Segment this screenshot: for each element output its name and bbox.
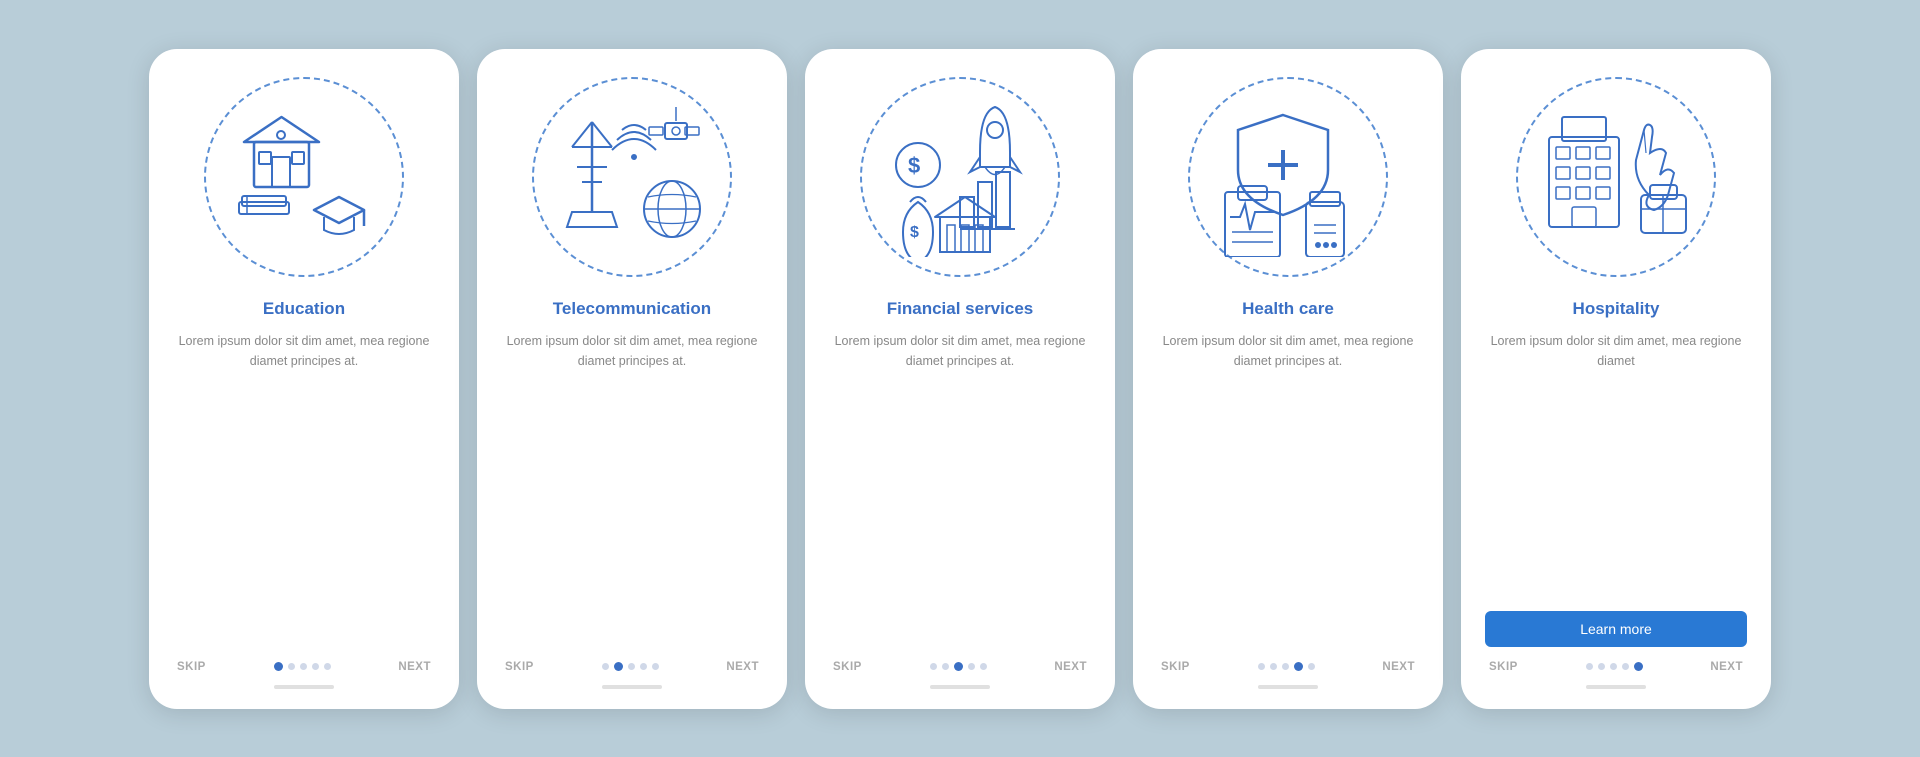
financial-desc: Lorem ipsum dolor sit dim amet, mea regi… xyxy=(829,331,1091,643)
dot-4 xyxy=(1308,663,1315,670)
svg-text:$: $ xyxy=(910,224,919,241)
education-card: Education Lorem ipsum dolor sit dim amet… xyxy=(149,49,459,709)
dot-3 xyxy=(312,663,319,670)
telecom-skip[interactable]: SKIP xyxy=(505,661,534,673)
hospitality-bottom-line xyxy=(1586,685,1646,689)
dot-2 xyxy=(300,663,307,670)
telecom-desc: Lorem ipsum dolor sit dim amet, mea regi… xyxy=(501,331,763,643)
learn-more-button[interactable]: Learn more xyxy=(1485,611,1747,647)
education-title: Education xyxy=(263,299,345,319)
financial-dots xyxy=(930,662,987,671)
healthcare-footer: SKIP NEXT xyxy=(1157,661,1419,673)
hospitality-next[interactable]: NEXT xyxy=(1710,661,1743,673)
telecom-title: Telecommunication xyxy=(553,299,711,319)
dot-4 xyxy=(980,663,987,670)
financial-footer: SKIP NEXT xyxy=(829,661,1091,673)
dot-1 xyxy=(614,662,623,671)
financial-title: Financial services xyxy=(887,299,1033,319)
telecom-bottom-line xyxy=(602,685,662,689)
hospitality-skip[interactable]: SKIP xyxy=(1489,661,1518,673)
dot-3 xyxy=(968,663,975,670)
financial-next[interactable]: NEXT xyxy=(1054,661,1087,673)
hospitality-desc: Lorem ipsum dolor sit dim amet, mea regi… xyxy=(1485,331,1747,593)
healthcare-icon-circle xyxy=(1188,77,1388,277)
dot-0 xyxy=(1586,663,1593,670)
telecom-icon-circle xyxy=(532,77,732,277)
dot-0 xyxy=(274,662,283,671)
hospitality-icon-circle xyxy=(1516,77,1716,277)
financial-icon-circle: $ $ xyxy=(860,77,1060,277)
dot-3 xyxy=(1622,663,1629,670)
dot-0 xyxy=(1258,663,1265,670)
healthcare-title: Health care xyxy=(1242,299,1334,319)
education-dots xyxy=(274,662,331,671)
education-desc: Lorem ipsum dolor sit dim amet, mea regi… xyxy=(173,331,435,643)
healthcare-card: Health care Lorem ipsum dolor sit dim am… xyxy=(1133,49,1443,709)
telecom-next[interactable]: NEXT xyxy=(726,661,759,673)
healthcare-bottom-line xyxy=(1258,685,1318,689)
dot-2 xyxy=(628,663,635,670)
healthcare-next[interactable]: NEXT xyxy=(1382,661,1415,673)
dot-3 xyxy=(1294,662,1303,671)
hospitality-footer: SKIP NEXT xyxy=(1485,661,1747,673)
dot-1 xyxy=(1270,663,1277,670)
hospitality-title: Hospitality xyxy=(1573,299,1660,319)
education-bottom-line xyxy=(274,685,334,689)
education-skip[interactable]: SKIP xyxy=(177,661,206,673)
telecom-footer: SKIP NEXT xyxy=(501,661,763,673)
dot-2 xyxy=(1282,663,1289,670)
dot-1 xyxy=(1598,663,1605,670)
telecom-dots xyxy=(602,662,659,671)
hospitality-card: Hospitality Lorem ipsum dolor sit dim am… xyxy=(1461,49,1771,709)
dot-3 xyxy=(640,663,647,670)
financial-card: $ $ Financial services Lorem ipsum dolor xyxy=(805,49,1115,709)
dot-1 xyxy=(288,663,295,670)
dot-2 xyxy=(1610,663,1617,670)
dot-1 xyxy=(942,663,949,670)
education-footer: SKIP NEXT xyxy=(173,661,435,673)
education-next[interactable]: NEXT xyxy=(398,661,431,673)
healthcare-skip[interactable]: SKIP xyxy=(1161,661,1190,673)
hospitality-dots xyxy=(1586,662,1643,671)
financial-skip[interactable]: SKIP xyxy=(833,661,862,673)
dot-4 xyxy=(652,663,659,670)
telecommunication-card: Telecommunication Lorem ipsum dolor sit … xyxy=(477,49,787,709)
healthcare-dots xyxy=(1258,662,1315,671)
dot-0 xyxy=(602,663,609,670)
dot-4 xyxy=(1634,662,1643,671)
cards-container: Education Lorem ipsum dolor sit dim amet… xyxy=(109,19,1811,739)
education-icon-circle xyxy=(204,77,404,277)
financial-bottom-line xyxy=(930,685,990,689)
dot-2 xyxy=(954,662,963,671)
healthcare-desc: Lorem ipsum dolor sit dim amet, mea regi… xyxy=(1157,331,1419,643)
dot-4 xyxy=(324,663,331,670)
svg-text:$: $ xyxy=(908,153,920,178)
dot-0 xyxy=(930,663,937,670)
